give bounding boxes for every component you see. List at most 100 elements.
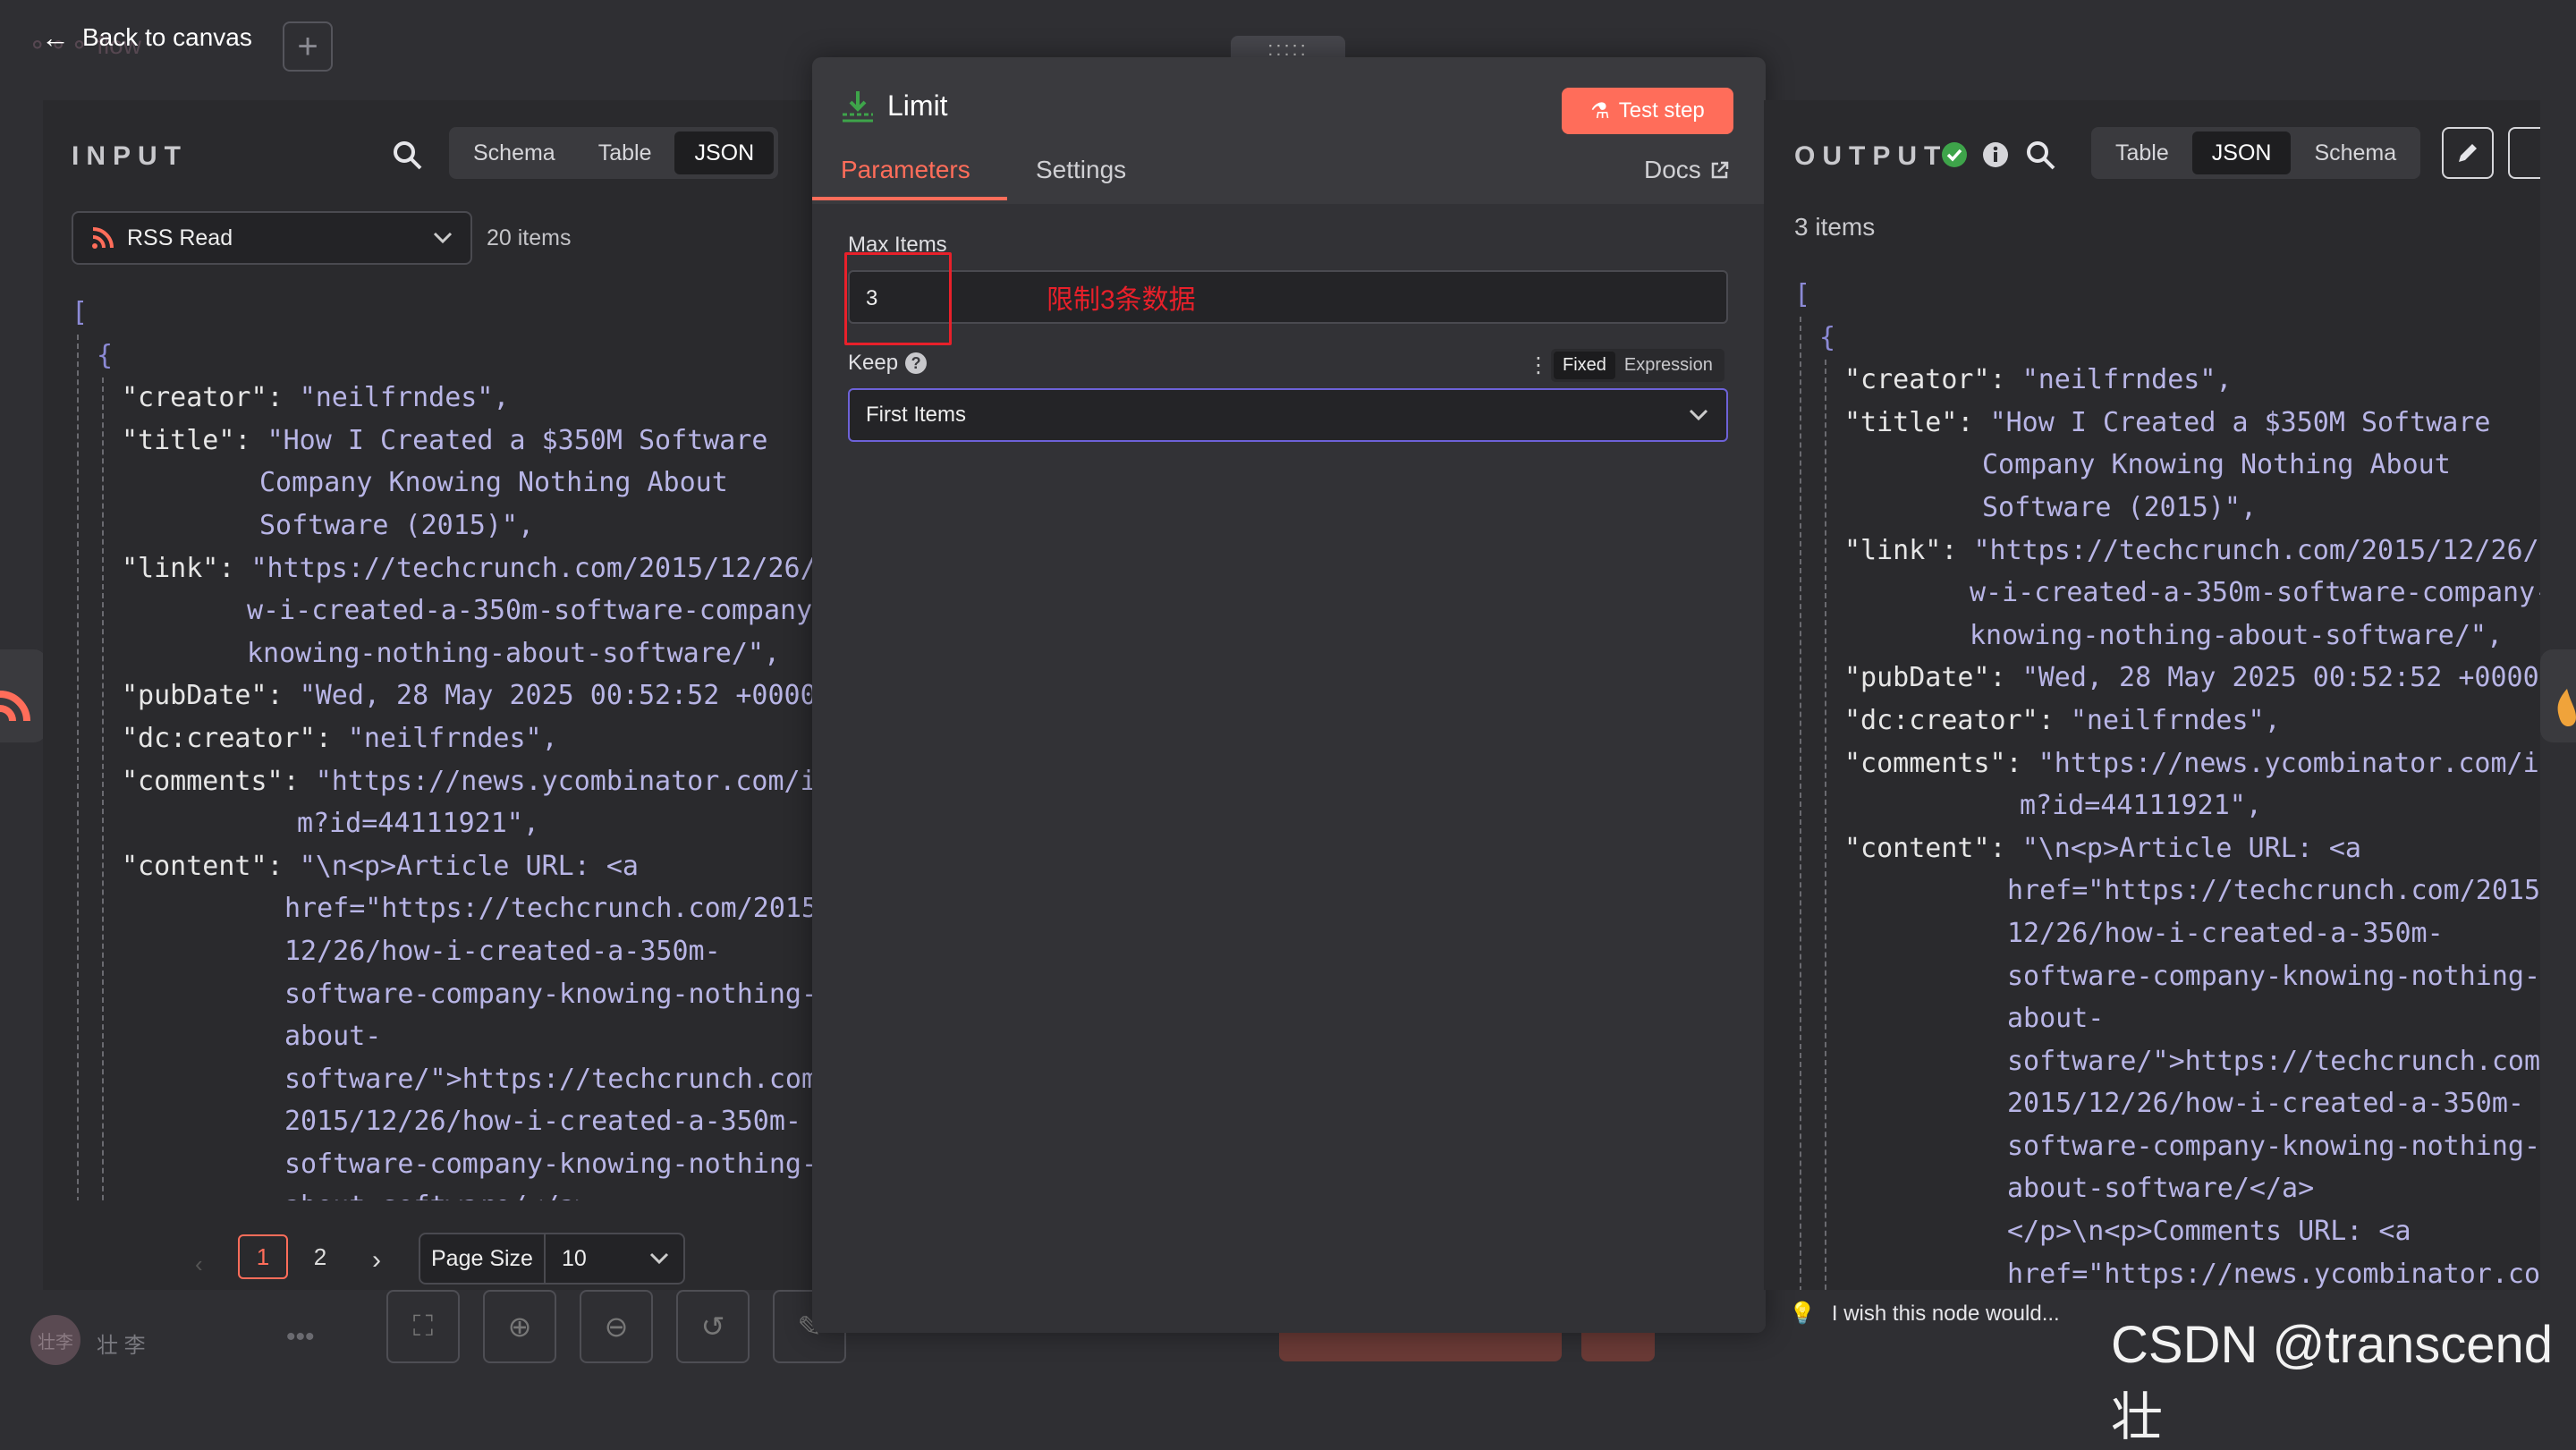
annotation-highlight-box — [844, 252, 952, 345]
json-line: knowing-nothing-about-software/", — [72, 632, 812, 675]
json-key: "content": — [1844, 832, 2022, 864]
tab-settings[interactable]: Settings — [1036, 156, 1126, 184]
feedback-label: I wish this node would... — [1831, 1301, 2060, 1326]
next-node-stub[interactable] — [2540, 649, 2576, 742]
help-icon[interactable]: ? — [905, 352, 928, 374]
json-line: software-company-knowing-nothing- — [1794, 1125, 2540, 1168]
json-line: m?id=44111921", — [72, 802, 812, 845]
json-value: Software (2015)", — [1982, 491, 2258, 523]
kebab-menu-icon[interactable]: ⋮ — [1528, 352, 1549, 378]
search-icon[interactable] — [392, 140, 424, 172]
output-view-schema[interactable]: Schema — [2294, 131, 2416, 174]
keep-field-header: Keep ? — [848, 351, 928, 376]
feedback-link[interactable]: 💡 I wish this node would... — [1789, 1301, 2060, 1327]
json-value: href="https://techcrunch.com/2015/ — [284, 893, 812, 925]
json-line: { — [72, 335, 812, 377]
docs-link[interactable]: Docs — [1644, 156, 1730, 184]
docs-label: Docs — [1644, 156, 1701, 183]
avatar[interactable]: 壮李 — [30, 1315, 80, 1365]
json-key: "comments": — [122, 765, 316, 797]
json-value: software-company-knowing-nothing- — [2007, 960, 2540, 992]
json-bracket: [ — [72, 297, 89, 328]
input-view-json[interactable]: JSON — [674, 131, 775, 174]
json-value: href="https://techcrunch.com/2015/ — [2007, 875, 2540, 907]
output-view-json[interactable]: JSON — [2191, 131, 2292, 174]
json-line: m?id=44111921", — [1794, 784, 2540, 827]
json-key: "pubDate": — [1844, 662, 2022, 694]
keep-select[interactable]: First Items — [848, 388, 1728, 442]
max-items-input[interactable]: 3 — [848, 270, 1728, 324]
json-key: "dc:creator": — [1844, 704, 2071, 736]
flame-icon — [2557, 689, 2576, 727]
json-bracket: { — [1819, 321, 1836, 353]
json-value: 12/26/how-i-created-a-350m- — [284, 935, 721, 967]
json-line: href="https://techcrunch.com/2015/ — [72, 887, 812, 930]
json-value: knowing-nothing-about-software/", — [247, 637, 781, 669]
json-value: about- — [284, 1021, 382, 1053]
json-key: "link": — [122, 552, 251, 584]
json-line: "content": "\n<p>Article URL: <a — [72, 845, 812, 888]
mode-fixed[interactable]: Fixed — [1554, 352, 1615, 379]
json-value: "How I Created a $350M Software — [1989, 406, 2491, 438]
undo-icon[interactable]: ↺ — [676, 1290, 750, 1363]
json-line: "title": "How I Created a $350M Software — [1794, 402, 2540, 445]
page-size-value: 10 — [561, 1245, 587, 1271]
chevron-down-icon — [1689, 409, 1708, 421]
pager-page-1[interactable]: 1 — [238, 1234, 288, 1279]
json-key: "pubDate": — [122, 680, 300, 712]
tab-parameters[interactable]: Parameters — [841, 156, 970, 184]
info-icon[interactable] — [1982, 141, 2009, 168]
pager-next-icon[interactable]: › — [372, 1245, 381, 1276]
output-view-table[interactable]: Table — [2096, 131, 2189, 174]
json-value: "https://news.ycombinator.com/ite — [2038, 747, 2540, 779]
input-view-schema[interactable]: Schema — [453, 131, 575, 174]
input-view-table[interactable]: Table — [579, 131, 672, 174]
output-item-count: 3 items — [1794, 213, 1876, 241]
json-line: { — [1794, 317, 2540, 360]
input-source-label: RSS Read — [127, 225, 233, 250]
more-icon[interactable]: ••• — [286, 1322, 315, 1352]
json-line: "dc:creator": "neilfrndes", — [72, 717, 812, 760]
json-key: "creator": — [1844, 364, 2022, 396]
json-bracket: { — [97, 339, 114, 371]
json-key: "content": — [122, 850, 300, 882]
input-title: INPUT — [72, 141, 188, 171]
page-size-select[interactable]: Page Size 10 — [419, 1233, 685, 1285]
zoom-out-icon[interactable]: ⊖ — [580, 1290, 653, 1363]
json-line: Company Knowing Nothing About — [72, 462, 812, 505]
json-value: software/">https://techcrunch.com/ — [2007, 1045, 2540, 1077]
pin-output-button[interactable] — [2508, 127, 2540, 179]
rss-node-stub[interactable] — [0, 649, 47, 742]
pager-page-2[interactable]: 2 — [295, 1234, 345, 1279]
json-line: 2015/12/26/how-i-created-a-350m- — [1794, 1082, 2540, 1125]
input-json-view: [{"creator": "neilfrndes", "title": "How … — [72, 292, 812, 1200]
back-to-canvas-link[interactable]: ← Back to canvas — [41, 18, 252, 57]
fit-view-icon[interactable]: ⛶ — [386, 1290, 460, 1363]
json-line: "creator": "neilfrndes", — [1794, 359, 2540, 402]
keep-value: First Items — [866, 403, 966, 427]
json-line: "title": "How I Created a $350M Software — [72, 420, 812, 462]
json-line: [ — [1794, 274, 2540, 317]
back-label: Back to canvas — [82, 23, 252, 51]
json-value: knowing-nothing-about-software/", — [1970, 619, 2504, 651]
json-key: "title": — [1844, 406, 1990, 438]
node-title[interactable]: Limit — [887, 89, 948, 123]
flask-icon: ⚗ — [1590, 98, 1610, 123]
mode-expression[interactable]: Expression — [1615, 352, 1722, 379]
test-step-button[interactable]: ⚗ Test step — [1562, 88, 1733, 134]
input-source-select[interactable]: RSS Read — [72, 211, 472, 265]
output-view-switcher: Table JSON Schema — [2091, 127, 2421, 179]
edit-output-button[interactable] — [2442, 127, 2494, 179]
zoom-in-icon[interactable]: ⊕ — [483, 1290, 556, 1363]
json-line: about- — [1794, 997, 2540, 1040]
pager-prev-icon[interactable]: ‹ — [195, 1251, 203, 1278]
search-icon[interactable] — [2025, 140, 2057, 172]
limit-node-icon — [843, 91, 873, 123]
add-node-button[interactable]: + — [283, 21, 333, 72]
input-view-switcher: Schema Table JSON — [449, 127, 779, 179]
json-value: Company Knowing Nothing About — [259, 467, 728, 499]
json-line: 12/26/how-i-created-a-350m- — [72, 930, 812, 973]
annotation-text: 限制3条数据 — [1046, 285, 1196, 315]
json-line: software-company-knowing-nothing- — [1794, 955, 2540, 998]
json-value: about- — [2007, 1003, 2105, 1035]
